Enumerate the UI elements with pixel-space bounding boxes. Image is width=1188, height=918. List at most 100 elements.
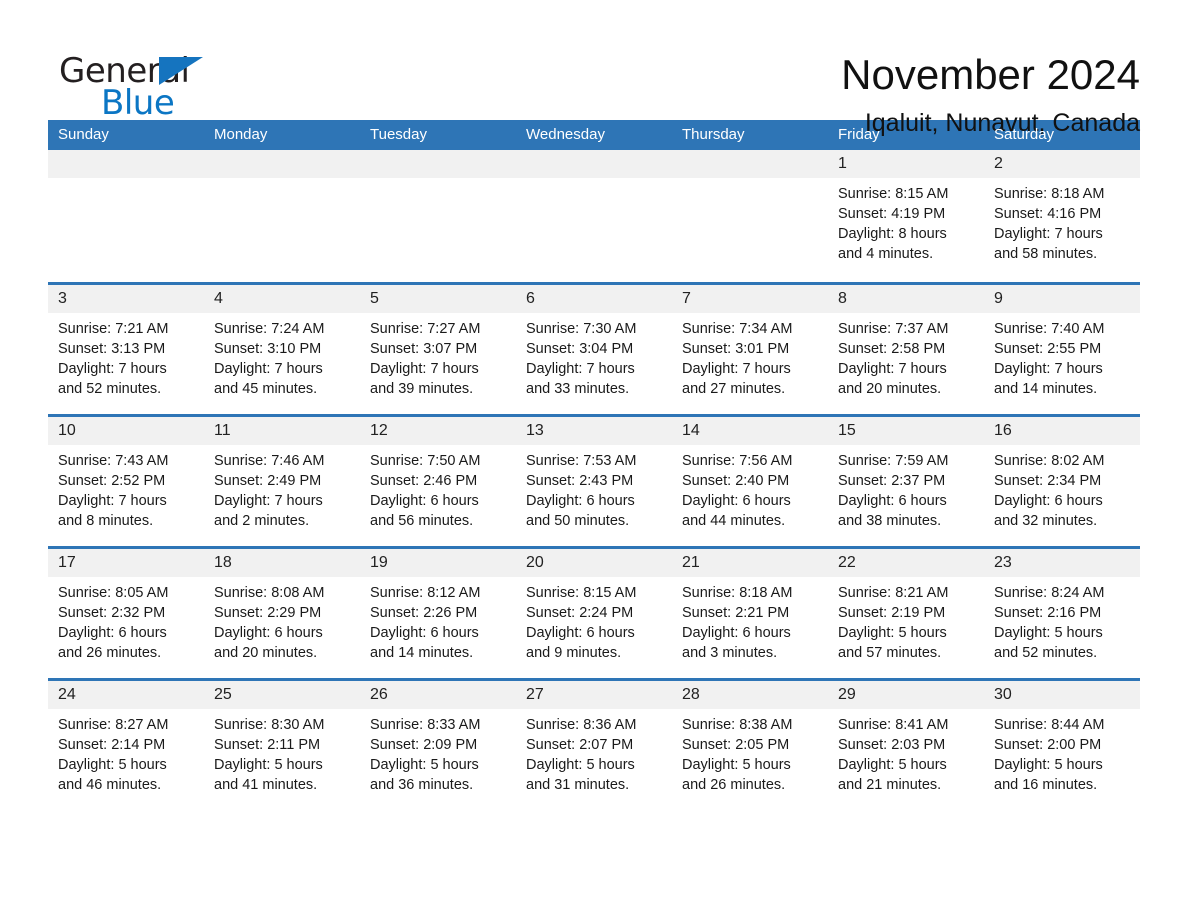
calendar-day-cell[interactable]: 14 Sunrise: 7:56 AM Sunset: 2:40 PM Dayligh… <box>672 417 828 546</box>
daylight-text-line1: Daylight: 7 hours <box>214 361 323 377</box>
calendar-day-cell[interactable]: 12 Sunrise: 7:50 AM Sunset: 2:46 PM Dayligh… <box>360 417 516 546</box>
daylight-text-line1: Daylight: 5 hours <box>838 625 947 641</box>
sunset-text: Sunset: 2:07 PM <box>526 737 634 753</box>
day-details: Sunrise: 8:02 AM Sunset: 2:34 PM Daylight:… <box>984 445 1140 531</box>
calendar-day-cell[interactable]: 15 Sunrise: 7:59 AM Sunset: 2:37 PM Dayligh… <box>828 417 984 546</box>
calendar-day-cell[interactable]: 13 Sunrise: 7:53 AM Sunset: 2:43 PM Dayligh… <box>516 417 672 546</box>
sunset-text: Sunset: 2:19 PM <box>838 605 946 621</box>
day-number: 6 <box>516 285 672 313</box>
day-details: Sunrise: 7:30 AM Sunset: 3:04 PM Daylight:… <box>516 313 672 399</box>
calendar-day-cell[interactable]: 4 Sunrise: 7:24 AM Sunset: 3:10 PM Daylight… <box>204 285 360 414</box>
day-number: 16 <box>984 417 1140 445</box>
calendar-day-cell-empty[interactable] <box>204 150 360 282</box>
calendar-day-cell[interactable]: 24 Sunrise: 8:27 AM Sunset: 2:14 PM Dayligh… <box>48 681 204 810</box>
day-header-saturday: Saturday <box>994 126 1055 143</box>
day-details: Sunrise: 7:40 AM Sunset: 2:55 PM Daylight:… <box>984 313 1140 399</box>
day-number: 30 <box>984 681 1140 709</box>
day-details: Sunrise: 8:05 AM Sunset: 2:32 PM Daylight:… <box>48 577 204 663</box>
day-details: Sunrise: 8:18 AM Sunset: 4:16 PM Daylight:… <box>984 178 1140 264</box>
sunrise-text: Sunrise: 8:05 AM <box>58 585 169 601</box>
sunrise-text: Sunrise: 7:24 AM <box>214 321 325 337</box>
day-number: 19 <box>360 549 516 577</box>
sunset-text: Sunset: 2:24 PM <box>526 605 634 621</box>
day-details: Sunrise: 7:53 AM Sunset: 2:43 PM Daylight:… <box>516 445 672 531</box>
day-of-week-header-row: Sunday Monday Tuesday Wednesday Thursday… <box>48 120 1140 150</box>
day-number: 15 <box>828 417 984 445</box>
page-title: November 2024 <box>841 51 1140 98</box>
sunrise-text: Sunrise: 7:37 AM <box>838 321 949 337</box>
calendar-day-cell[interactable]: 18 Sunrise: 8:08 AM Sunset: 2:29 PM Dayligh… <box>204 549 360 678</box>
calendar-day-cell[interactable]: 10 Sunrise: 7:43 AM Sunset: 2:52 PM Dayligh… <box>48 417 204 546</box>
sunset-text: Sunset: 2:05 PM <box>682 737 790 753</box>
daylight-text-line2: and 39 minutes. <box>370 381 474 397</box>
sunset-text: Sunset: 2:37 PM <box>838 473 946 489</box>
day-number: 22 <box>828 549 984 577</box>
sunrise-text: Sunrise: 8:30 AM <box>214 717 325 733</box>
calendar-day-cell[interactable]: 7 Sunrise: 7:34 AM Sunset: 3:01 PM Daylight… <box>672 285 828 414</box>
day-number: 18 <box>204 549 360 577</box>
day-number: 26 <box>360 681 516 709</box>
day-number: 12 <box>360 417 516 445</box>
calendar-day-cell[interactable]: 28 Sunrise: 8:38 AM Sunset: 2:05 PM Dayligh… <box>672 681 828 810</box>
sunrise-text: Sunrise: 8:38 AM <box>682 717 793 733</box>
day-number: 27 <box>516 681 672 709</box>
day-number: 28 <box>672 681 828 709</box>
calendar-day-cell[interactable]: 8 Sunrise: 7:37 AM Sunset: 2:58 PM Daylight… <box>828 285 984 414</box>
calendar-day-cell[interactable]: 9 Sunrise: 7:40 AM Sunset: 2:55 PM Daylight… <box>984 285 1140 414</box>
sunset-text: Sunset: 2:09 PM <box>370 737 478 753</box>
sunrise-text: Sunrise: 7:53 AM <box>526 453 637 469</box>
calendar-day-cell[interactable]: 20 Sunrise: 8:15 AM Sunset: 2:24 PM Dayligh… <box>516 549 672 678</box>
calendar-day-cell[interactable]: 17 Sunrise: 8:05 AM Sunset: 2:32 PM Dayligh… <box>48 549 204 678</box>
calendar-day-cell[interactable]: 5 Sunrise: 7:27 AM Sunset: 3:07 PM Daylight… <box>360 285 516 414</box>
daylight-text-line1: Daylight: 7 hours <box>58 361 167 377</box>
daylight-text-line1: Daylight: 7 hours <box>214 493 323 509</box>
sunrise-text: Sunrise: 7:27 AM <box>370 321 481 337</box>
calendar-day-cell-empty[interactable] <box>48 150 204 282</box>
daylight-text-line2: and 14 minutes. <box>370 645 474 661</box>
day-details: Sunrise: 7:43 AM Sunset: 2:52 PM Daylight:… <box>48 445 204 531</box>
calendar-day-cell[interactable]: 11 Sunrise: 7:46 AM Sunset: 2:49 PM Dayligh… <box>204 417 360 546</box>
daylight-text-line1: Daylight: 6 hours <box>370 625 479 641</box>
day-number: 8 <box>828 285 984 313</box>
calendar-day-cell[interactable]: 16 Sunrise: 8:02 AM Sunset: 2:34 PM Dayligh… <box>984 417 1140 546</box>
calendar-day-cell[interactable]: 30 Sunrise: 8:44 AM Sunset: 2:00 PM Dayligh… <box>984 681 1140 810</box>
day-details: Sunrise: 8:44 AM Sunset: 2:00 PM Daylight:… <box>984 709 1140 795</box>
calendar-day-cell[interactable]: 26 Sunrise: 8:33 AM Sunset: 2:09 PM Dayligh… <box>360 681 516 810</box>
calendar-day-cell[interactable]: 29 Sunrise: 8:41 AM Sunset: 2:03 PM Dayligh… <box>828 681 984 810</box>
daylight-text-line1: Daylight: 6 hours <box>994 493 1103 509</box>
calendar-day-cell[interactable]: 27 Sunrise: 8:36 AM Sunset: 2:07 PM Dayligh… <box>516 681 672 810</box>
day-details: Sunrise: 7:59 AM Sunset: 2:37 PM Daylight:… <box>828 445 984 531</box>
calendar-day-cell[interactable]: 25 Sunrise: 8:30 AM Sunset: 2:11 PM Dayligh… <box>204 681 360 810</box>
calendar-day-cell[interactable]: 23 Sunrise: 8:24 AM Sunset: 2:16 PM Dayligh… <box>984 549 1140 678</box>
calendar-day-cell[interactable]: 1 Sunrise: 8:15 AM Sunset: 4:19 PM Daylight… <box>828 150 984 282</box>
calendar-day-cell[interactable]: 19 Sunrise: 8:12 AM Sunset: 2:26 PM Dayligh… <box>360 549 516 678</box>
day-number: 1 <box>828 150 984 178</box>
calendar-day-cell[interactable]: 3 Sunrise: 7:21 AM Sunset: 3:13 PM Daylight… <box>48 285 204 414</box>
day-details: Sunrise: 8:36 AM Sunset: 2:07 PM Daylight:… <box>516 709 672 795</box>
sunset-text: Sunset: 4:19 PM <box>838 206 946 222</box>
day-number <box>516 150 672 178</box>
calendar-day-cell[interactable]: 6 Sunrise: 7:30 AM Sunset: 3:04 PM Daylight… <box>516 285 672 414</box>
sunrise-text: Sunrise: 8:24 AM <box>994 585 1105 601</box>
daylight-text-line2: and 33 minutes. <box>526 381 630 397</box>
calendar-day-cell[interactable]: 21 Sunrise: 8:18 AM Sunset: 2:21 PM Dayligh… <box>672 549 828 678</box>
calendar-week-row: 3 Sunrise: 7:21 AM Sunset: 3:13 PM Daylight… <box>48 282 1140 414</box>
daylight-text-line2: and 26 minutes. <box>682 777 786 793</box>
daylight-text-line1: Daylight: 6 hours <box>214 625 323 641</box>
calendar-day-cell[interactable]: 22 Sunrise: 8:21 AM Sunset: 2:19 PM Dayligh… <box>828 549 984 678</box>
calendar-day-cell-empty[interactable] <box>360 150 516 282</box>
daylight-text-line1: Daylight: 6 hours <box>682 625 791 641</box>
daylight-text-line1: Daylight: 7 hours <box>994 226 1103 242</box>
sunset-text: Sunset: 2:49 PM <box>214 473 322 489</box>
sunset-text: Sunset: 2:58 PM <box>838 341 946 357</box>
daylight-text-line1: Daylight: 7 hours <box>682 361 791 377</box>
calendar-day-cell-empty[interactable] <box>516 150 672 282</box>
day-details: Sunrise: 7:46 AM Sunset: 2:49 PM Daylight:… <box>204 445 360 531</box>
daylight-text-line2: and 3 minutes. <box>682 645 778 661</box>
calendar-day-cell-empty[interactable] <box>672 150 828 282</box>
calendar-day-cell[interactable]: 2 Sunrise: 8:18 AM Sunset: 4:16 PM Daylight… <box>984 150 1140 282</box>
day-number: 10 <box>48 417 204 445</box>
calendar-week-row: 1 Sunrise: 8:15 AM Sunset: 4:19 PM Daylight… <box>48 150 1140 282</box>
sunset-text: Sunset: 2:00 PM <box>994 737 1102 753</box>
daylight-text-line2: and 52 minutes. <box>58 381 162 397</box>
